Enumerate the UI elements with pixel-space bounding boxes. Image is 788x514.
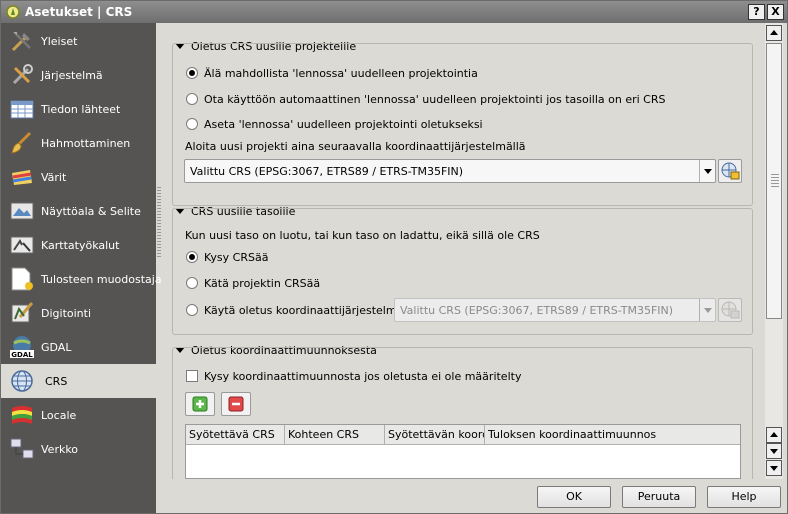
digitizing-icon [11,302,34,323]
layer-crs-picker-button[interactable] [718,298,742,322]
layer-default-crs-select[interactable]: Valittu CRS (EPSG:3067, ETRS89 / ETRS-TM… [394,298,716,322]
crs-settings-panel: Oletus CRS uusille projekteille Älä mahd… [161,23,763,479]
title-bar: Asetukset | CRS ? X [1,1,787,23]
vertical-scrollbar[interactable] [765,23,783,479]
sidebar-item-system[interactable]: Järjestelmä [1,58,156,92]
add-icon [192,396,208,412]
cancel-button[interactable]: Peruuta [622,486,696,508]
sidebar-item-composer[interactable]: Tulosteen muodostaja [1,262,162,296]
radio-button [186,118,198,130]
table-header-dest-crs[interactable]: Kohteen CRS [285,425,385,445]
scroll-down-button-secondary[interactable] [766,443,782,459]
layer-crs-description: Kun uusi taso on luotu, tai kun taso on … [185,229,540,242]
grip-icon [771,174,779,188]
map-tools-icon [10,236,34,254]
svg-text:GDAL: GDAL [11,351,33,359]
add-transform-button[interactable] [185,392,215,416]
network-icon [10,438,34,459]
sidebar-item-general[interactable]: Yleiset [1,24,156,58]
ok-button[interactable]: OK [537,486,611,508]
sidebar-item-canvas-legend[interactable]: Näyttöala & Selite [1,194,156,228]
help-button[interactable]: Help [707,486,781,508]
sidebar-item-label: GDAL [41,341,72,354]
settings-dialog: Asetukset | CRS ? X Yleiset Järjestelmä [0,0,788,514]
sidebar-item-map-tools[interactable]: Karttatyökalut [1,228,156,262]
transform-table[interactable]: Syötettävä CRS Kohteen CRS Syötettävän k… [185,424,741,479]
radio-button [186,277,198,289]
sidebar-item-label: Karttatyökalut [41,239,120,252]
ask-transform-checkbox[interactable]: Kysy koordinaattimuunnosta jos oletusta … [186,370,521,383]
tools-icon [11,32,31,52]
flag-icon [12,406,32,424]
chevron-down-icon [699,299,715,321]
sidebar-item-label: Digitointi [41,307,92,320]
sidebar-item-label: Locale [41,409,77,422]
sidebar-item-label: Hahmottaminen [41,137,131,150]
checkbox [186,370,198,382]
sidebar-item-network[interactable]: Verkko [1,432,156,466]
radio-button [186,67,198,79]
sidebar-item-gdal[interactable]: GDAL GDAL [1,330,156,364]
sidebar-item-label: Tulosteen muodostaja [41,273,162,286]
scroll-thumb[interactable] [766,43,782,319]
remove-transform-button[interactable] [221,392,251,416]
composer-icon [11,267,33,291]
radio-prompt-crs[interactable]: Kysy CRSää [186,251,268,264]
radio-button [186,304,198,316]
radio-default-otf[interactable]: Aseta 'lennossa' uudelleen projektointi … [186,118,483,131]
sidebar-item-label: Verkko [41,443,79,456]
brush-icon [11,131,32,154]
sidebar-item-colors[interactable]: Värit [1,160,156,194]
sidebar-item-crs[interactable]: CRS [1,364,156,398]
sidebar-item-label: CRS [45,375,68,388]
qgis-logo-icon [6,5,20,19]
radio-no-otf[interactable]: Älä mahdollista 'lennossa' uudelleen pro… [186,67,478,80]
radio-button [186,93,198,105]
globe-settings-icon [721,162,740,180]
scroll-up-button[interactable] [766,25,782,41]
table-header-dest-transform[interactable]: Tuloksen koordinaattimuunnos [485,425,740,445]
table-icon [10,100,34,119]
project-crs-label: Aloita uusi projekti aina seuraavalla ko… [185,140,526,153]
sidebar-item-data-sources[interactable]: Tiedon lähteet [1,92,156,126]
help-title-button[interactable]: ? [748,4,765,20]
table-header-source-crs[interactable]: Syötettävä CRS [186,425,285,445]
sidebar-item-locale[interactable]: Locale [1,398,156,432]
color-palette-icon [12,170,32,185]
radio-button [186,251,198,263]
gdal-icon: GDAL [10,336,34,359]
close-title-button[interactable]: X [767,4,784,20]
window-title: Asetukset | CRS [25,5,133,19]
sidebar-item-label: Näyttöala & Selite [41,205,141,218]
radio-auto-otf[interactable]: Ota käyttöön automaattinen 'lennossa' uu… [186,93,666,106]
globe-settings-icon [721,301,740,319]
chevron-down-icon [699,160,715,182]
project-crs-select[interactable]: Valittu CRS (EPSG:3067, ETRS89 / ETRS-TM… [184,159,716,183]
sidebar-item-label: Yleiset [41,35,78,48]
project-crs-picker-button[interactable] [718,159,742,183]
sidebar-item-label: Järjestelmä [41,69,103,82]
table-header-source-transform[interactable]: Syötettävän koordi [385,425,485,445]
globe-icon [11,370,33,392]
remove-icon [228,396,244,412]
radio-default-crs[interactable]: Käytä oletus koordinaattijärjestelmää [186,304,410,317]
map-canvas-icon [10,202,34,220]
radio-project-crs[interactable]: Kätä projektin CRSää [186,277,320,290]
system-tools-icon [12,64,33,85]
settings-sidebar: Yleiset Järjestelmä Tiedon lähteet Hahmo… [1,23,162,513]
sidebar-item-label: Värit [41,171,67,184]
sidebar-item-digitizing[interactable]: Digitointi [1,296,156,330]
scroll-down-button[interactable] [766,460,782,476]
sidebar-item-label: Tiedon lähteet [41,103,121,116]
scroll-up-button-secondary[interactable] [766,427,782,443]
sidebar-item-rendering[interactable]: Hahmottaminen [1,126,156,160]
